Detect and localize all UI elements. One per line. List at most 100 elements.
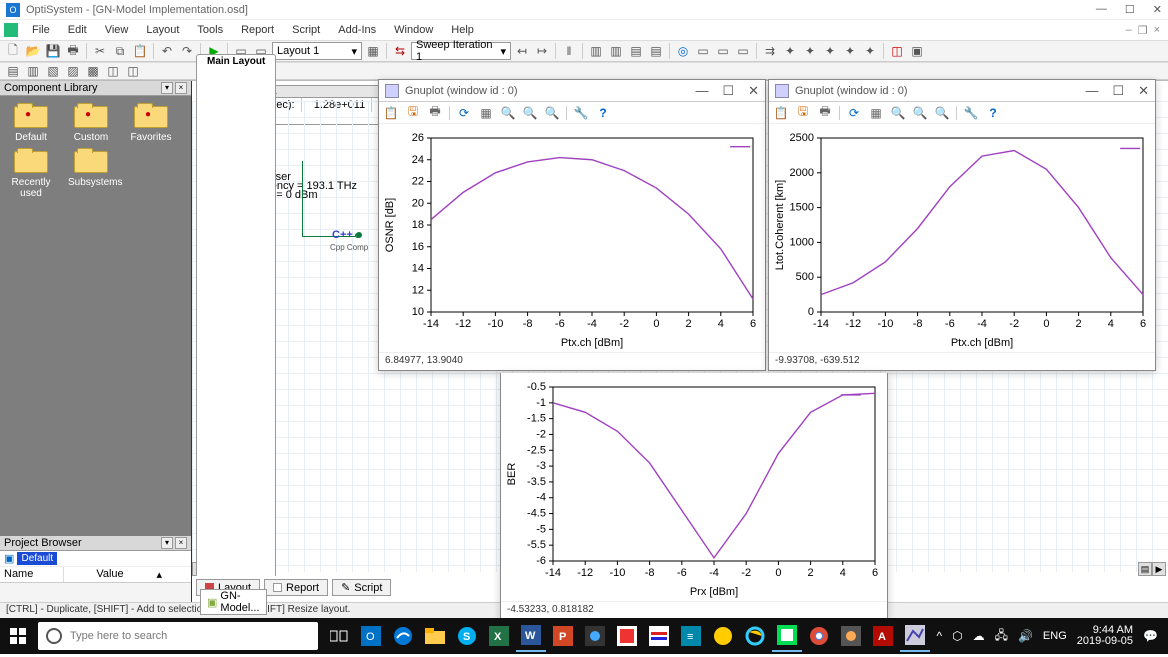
gnuplot-taskbar-icon[interactable]	[900, 620, 930, 652]
gnuplot-window-1[interactable]: Gnuplot (window id : 0) — ☐ ✕ 📋 🖫 🖶 ⟳ ▦ …	[378, 79, 766, 371]
layout-combo[interactable]: Layout 1▾	[272, 42, 362, 60]
sweep-combo[interactable]: Sweep Iteration 1▾	[411, 42, 511, 60]
layout-tool-icon[interactable]: ▦	[364, 42, 382, 60]
task-view-icon[interactable]	[324, 620, 354, 652]
menu-layout[interactable]: Layout	[138, 22, 187, 38]
tray-lang[interactable]: ENG	[1043, 630, 1067, 642]
chart-icon[interactable]: ◫	[888, 42, 906, 60]
gp2-min-icon[interactable]: —	[1085, 83, 1098, 99]
copy-icon[interactable]: ⧉	[111, 42, 129, 60]
minimize-icon[interactable]: —	[1096, 3, 1107, 16]
tool1-icon[interactable]: ✦	[781, 42, 799, 60]
cut-icon[interactable]: ✂	[91, 42, 109, 60]
comp-lib-item-recently-used[interactable]: Recently used	[8, 151, 54, 199]
gp2-close-icon[interactable]: ✕	[1138, 83, 1149, 99]
edge-icon[interactable]	[388, 620, 418, 652]
tray-network-icon[interactable]: 🖧	[995, 626, 1008, 647]
comp-lib-item-custom[interactable]: Custom	[68, 106, 114, 143]
save-icon[interactable]: 💾	[44, 42, 62, 60]
pause-icon[interactable]: ‖	[560, 42, 578, 60]
gp-print-icon[interactable]: 🖶	[427, 105, 443, 121]
gp-zoomin-icon[interactable]: 🔍	[912, 105, 928, 121]
pb-scroll-up-icon[interactable]: ▴	[128, 567, 191, 582]
skype-icon[interactable]: S	[452, 620, 482, 652]
display2-icon[interactable]: ▥	[607, 42, 625, 60]
t2-4-icon[interactable]: ▨	[64, 62, 82, 80]
sweep-icon[interactable]: ⇆	[391, 42, 409, 60]
menu-addins[interactable]: Add-Ins	[330, 22, 384, 38]
gp1-min-icon[interactable]: —	[695, 83, 708, 99]
tool3-icon[interactable]: ✦	[821, 42, 839, 60]
optisystem-icon[interactable]	[772, 620, 802, 652]
document-tab[interactable]: ▣GN-Model...	[200, 589, 267, 615]
start-button[interactable]	[0, 618, 36, 654]
menu-file[interactable]: File	[24, 22, 58, 38]
maximize-icon[interactable]: ☐	[1125, 3, 1135, 16]
t2-6-icon[interactable]: ◫	[104, 62, 122, 80]
gp-refresh-icon[interactable]: ⟳	[846, 105, 862, 121]
route-icon[interactable]: ⇉	[761, 42, 779, 60]
tray-onedrive-icon[interactable]: ☁	[973, 629, 985, 643]
script-button[interactable]: ✎Script	[332, 579, 391, 596]
gp-zoomout-icon[interactable]: 🔍	[544, 105, 560, 121]
mdi-close-icon[interactable]: ×	[1154, 24, 1160, 37]
display4-icon[interactable]: ▤	[647, 42, 665, 60]
report-button[interactable]: Report	[264, 579, 328, 596]
acrobat-icon[interactable]: A	[868, 620, 898, 652]
main-layout-tab[interactable]: Main Layout	[196, 54, 276, 576]
gp-clipboard-icon[interactable]: 📋	[773, 105, 789, 121]
gp2-max-icon[interactable]: ☐	[1112, 83, 1124, 99]
comp-lib-item-default[interactable]: Default	[8, 106, 54, 143]
explorer-icon[interactable]	[420, 620, 450, 652]
paste-icon[interactable]: 📋	[131, 42, 149, 60]
new-icon[interactable]: 🗋	[4, 42, 22, 60]
scope4-icon[interactable]: ▭	[734, 42, 752, 60]
app1-icon[interactable]	[580, 620, 610, 652]
panel-close-icon[interactable]: ×	[175, 82, 187, 94]
gp-zoomin-icon[interactable]: 🔍	[522, 105, 538, 121]
gnuplot-window-3[interactable]: -6-5.5-5-4.5-4-3.5-3-2.5-2-1.5-1-0.5-14-…	[500, 373, 888, 620]
ie-icon[interactable]	[740, 620, 770, 652]
pb-dock-icon[interactable]: ▾	[161, 537, 173, 549]
scope3-icon[interactable]: ▭	[714, 42, 732, 60]
tool5-icon[interactable]: ✦	[861, 42, 879, 60]
t2-5-icon[interactable]: ▩	[84, 62, 102, 80]
menu-window[interactable]: Window	[386, 22, 441, 38]
gp-grid-icon[interactable]: ▦	[868, 105, 884, 121]
sweep-next-icon[interactable]: ↦	[533, 42, 551, 60]
tray-dropbox-icon[interactable]: ⬡	[952, 629, 962, 643]
excel-icon[interactable]: X	[484, 620, 514, 652]
gp1-close-icon[interactable]: ✕	[748, 83, 759, 99]
menu-tools[interactable]: Tools	[189, 22, 231, 38]
scroll-end-icon[interactable]: ▤	[1138, 562, 1152, 576]
print-icon[interactable]: 🖶	[64, 42, 82, 60]
chrome-icon[interactable]	[804, 620, 834, 652]
menu-report[interactable]: Report	[233, 22, 282, 38]
app6-icon[interactable]	[836, 620, 866, 652]
sweep-prev-icon[interactable]: ↤	[513, 42, 531, 60]
comp-icon[interactable]: ▣	[908, 42, 926, 60]
search-box[interactable]: Type here to search	[38, 622, 318, 650]
display3-icon[interactable]: ▤	[627, 42, 645, 60]
redo-icon[interactable]: ↷	[178, 42, 196, 60]
gp1-max-icon[interactable]: ☐	[722, 83, 734, 99]
outlook-icon[interactable]: O	[356, 620, 386, 652]
scope2-icon[interactable]: ▭	[694, 42, 712, 60]
tray-clock[interactable]: 9:44 AM 2019-09-05	[1077, 625, 1133, 647]
close-icon[interactable]: ✕	[1153, 3, 1162, 16]
gp-grid-icon[interactable]: ▦	[478, 105, 494, 121]
tray-chevron-icon[interactable]: ^	[936, 629, 942, 643]
app3-icon[interactable]	[644, 620, 674, 652]
gp-zoomprev-icon[interactable]: 🔍	[890, 105, 906, 121]
gp-print-icon[interactable]: 🖶	[817, 105, 833, 121]
comp-lib-item-favorites[interactable]: Favorites	[128, 106, 174, 143]
pb-close-icon[interactable]: ×	[175, 537, 187, 549]
mdi-restore-icon[interactable]: ❐	[1138, 24, 1148, 37]
undo-icon[interactable]: ↶	[158, 42, 176, 60]
gp-refresh-icon[interactable]: ⟳	[456, 105, 472, 121]
t2-7-icon[interactable]: ◫	[124, 62, 142, 80]
gp-help-icon[interactable]: ?	[595, 105, 611, 121]
tool4-icon[interactable]: ✦	[841, 42, 859, 60]
scope1-icon[interactable]: ◎	[674, 42, 692, 60]
gp-help-icon[interactable]: ?	[985, 105, 1001, 121]
